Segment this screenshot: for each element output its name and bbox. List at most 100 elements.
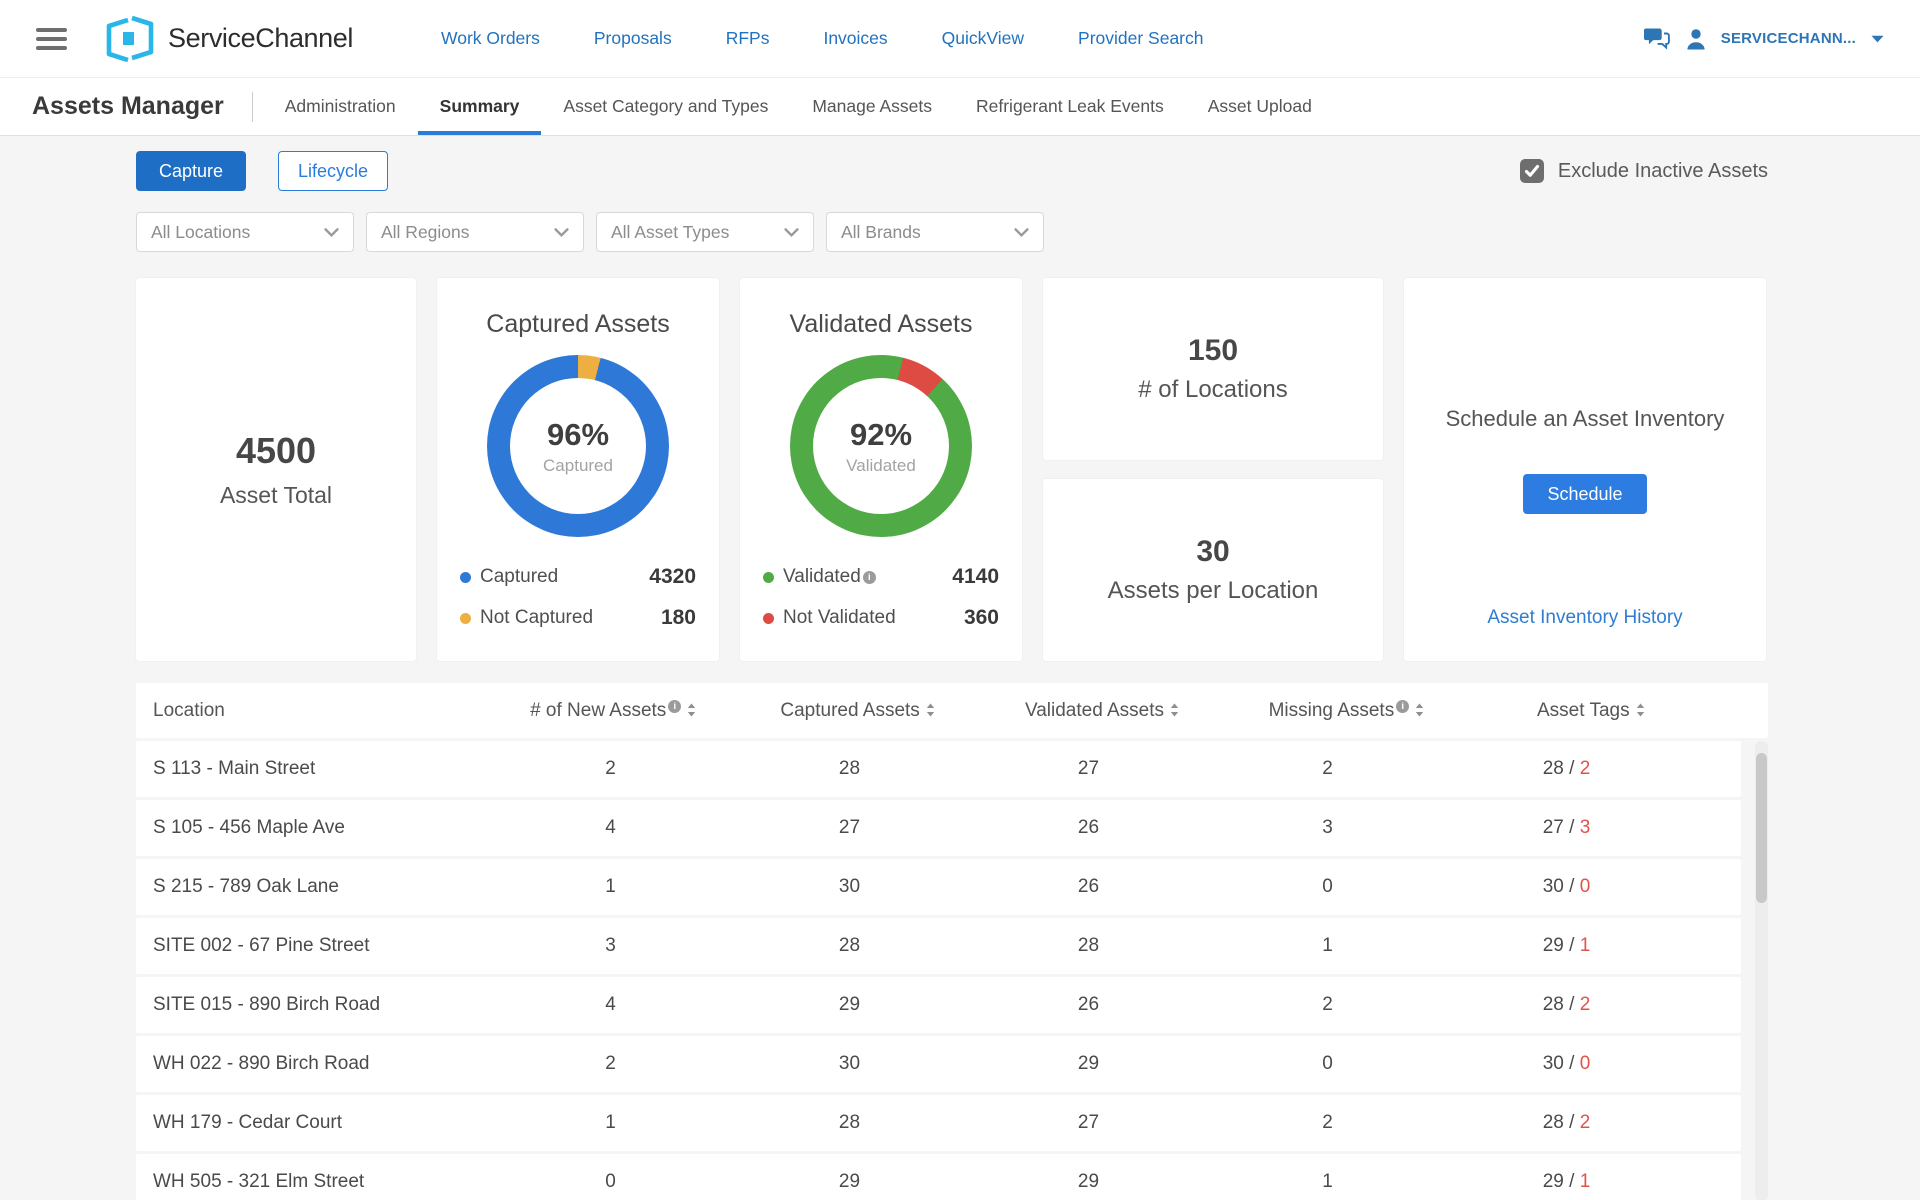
asset-tags-total: 28 /: [1543, 994, 1580, 1015]
chat-icon[interactable]: [1644, 27, 1671, 50]
legend-label: Not Captured: [480, 607, 593, 629]
sort-icon[interactable]: [1170, 703, 1179, 717]
table-row[interactable]: S 215 - 789 Oak Lane13026030 / 0: [136, 859, 1741, 915]
nav-link-provider-search[interactable]: Provider Search: [1078, 28, 1203, 49]
cell-captured-assets: 30: [730, 1053, 969, 1075]
cell-missing-assets: 2: [1208, 1112, 1447, 1134]
module-nav: Assets Manager AdministrationSummaryAsse…: [0, 78, 1920, 136]
cell-captured-assets: 29: [730, 994, 969, 1016]
column-header-label: Asset Tags: [1537, 700, 1630, 721]
legend-label: Validated: [783, 566, 861, 588]
table-row[interactable]: S 113 - Main Street22827228 / 2: [136, 741, 1741, 797]
cell-location: S 105 - 456 Maple Ave: [136, 817, 491, 839]
main-content: Capture Lifecycle Exclude Inactive Asset…: [136, 151, 1768, 1200]
cell-asset-tags: 27 / 3: [1447, 817, 1686, 839]
filter-label: All Brands: [841, 222, 921, 243]
sort-icon[interactable]: [687, 703, 696, 717]
info-icon[interactable]: i: [1396, 700, 1409, 713]
asset-tags-missing: 2: [1580, 994, 1591, 1015]
info-icon[interactable]: i: [863, 571, 876, 584]
chevron-down-icon: [554, 228, 569, 237]
column-header-missing-assets[interactable]: Missing Assetsi: [1224, 700, 1468, 722]
filters-row: All Locations All Regions All Asset Types A…: [136, 212, 1768, 252]
brand[interactable]: ServiceChannel: [103, 14, 353, 64]
scrollbar-track[interactable]: [1755, 741, 1768, 1200]
table-row[interactable]: SITE 002 - 67 Pine Street32828129 / 1: [136, 918, 1741, 974]
column-header-location: Location: [136, 700, 491, 722]
table-row[interactable]: WH 505 - 321 Elm Street02929129 / 1: [136, 1154, 1741, 1200]
column-header-of-new-assets[interactable]: # of New Assetsi: [491, 700, 735, 722]
cell-location: S 215 - 789 Oak Lane: [136, 876, 491, 898]
tab-manage-assets[interactable]: Manage Assets: [790, 78, 954, 135]
exclude-inactive-group[interactable]: Exclude Inactive Assets: [1520, 159, 1768, 183]
lifecycle-button[interactable]: Lifecycle: [278, 151, 388, 191]
filter-all-asset-types[interactable]: All Asset Types: [596, 212, 814, 252]
filter-all-brands[interactable]: All Brands: [826, 212, 1044, 252]
user-menu[interactable]: SERVICECHANN...: [1721, 30, 1856, 47]
sort-icon[interactable]: [926, 703, 935, 717]
cell-missing-assets: 1: [1208, 1171, 1447, 1193]
nav-link-invoices[interactable]: Invoices: [823, 28, 887, 49]
cell-captured-assets: 28: [730, 1112, 969, 1134]
schedule-card: Schedule an Asset Inventory Schedule Ass…: [1404, 278, 1766, 661]
user-icon[interactable]: [1686, 28, 1706, 50]
nav-link-work-orders[interactable]: Work Orders: [441, 28, 540, 49]
column-header-captured-assets[interactable]: Captured Assets: [735, 700, 979, 722]
cell-asset-tags: 30 / 0: [1447, 1053, 1686, 1075]
asset-inventory-history-link[interactable]: Asset Inventory History: [1404, 607, 1766, 629]
column-header-label: # of New Assets: [530, 700, 666, 721]
cell-captured-assets: 27: [730, 817, 969, 839]
column-header-asset-tags[interactable]: Asset Tags: [1469, 700, 1713, 722]
top-bar: ServiceChannel Work Orders Proposals RFPs I…: [0, 0, 1920, 78]
info-icon[interactable]: i: [668, 700, 681, 713]
exclude-inactive-label: Exclude Inactive Assets: [1558, 160, 1768, 183]
asset-total-card: 4500 Asset Total: [136, 278, 416, 661]
cell-validated-assets: 28: [969, 935, 1208, 957]
nav-link-rfps[interactable]: RFPs: [726, 28, 770, 49]
sort-icon[interactable]: [1415, 703, 1424, 717]
assets-per-location-value: 30: [1196, 535, 1229, 569]
exclude-inactive-checkbox[interactable]: [1520, 159, 1544, 183]
sort-icon[interactable]: [1636, 703, 1645, 717]
tab-administration[interactable]: Administration: [263, 78, 418, 135]
capture-button[interactable]: Capture: [136, 151, 246, 191]
cell-validated-assets: 26: [969, 994, 1208, 1016]
captured-legend: Captured4320Not Captured180: [460, 565, 696, 630]
filter-all-regions[interactable]: All Regions: [366, 212, 584, 252]
cell-captured-assets: 29: [730, 1171, 969, 1193]
cell-validated-assets: 26: [969, 817, 1208, 839]
locations-table: Location# of New AssetsiCaptured AssetsV…: [136, 683, 1768, 1200]
cell-location: SITE 002 - 67 Pine Street: [136, 935, 491, 957]
asset-tags-missing: 2: [1580, 1112, 1591, 1133]
table-row[interactable]: S 105 - 456 Maple Ave42726327 / 3: [136, 800, 1741, 856]
cell-captured-assets: 28: [730, 758, 969, 780]
cell-missing-assets: 1: [1208, 935, 1447, 957]
filter-all-locations[interactable]: All Locations: [136, 212, 354, 252]
cell-captured-assets: 28: [730, 935, 969, 957]
cell-new-assets: 0: [491, 1171, 730, 1193]
asset-tags-total: 27 /: [1543, 817, 1580, 838]
tab-asset-upload[interactable]: Asset Upload: [1186, 78, 1334, 135]
nav-link-proposals[interactable]: Proposals: [594, 28, 672, 49]
table-row[interactable]: SITE 015 - 890 Birch Road42926228 / 2: [136, 977, 1741, 1033]
assets-per-location-label: Assets per Location: [1108, 577, 1319, 605]
column-header-validated-assets[interactable]: Validated Assets: [980, 700, 1224, 722]
asset-tags-missing: 0: [1580, 1053, 1591, 1074]
schedule-title: Schedule an Asset Inventory: [1404, 406, 1766, 432]
menu-icon[interactable]: [36, 28, 67, 50]
nav-link-quickview[interactable]: QuickView: [942, 28, 1024, 49]
tab-refrigerant-leak-events[interactable]: Refrigerant Leak Events: [954, 78, 1186, 135]
tab-summary[interactable]: Summary: [418, 78, 542, 135]
chevron-down-icon: [324, 228, 339, 237]
legend-item-validated: Validatedi4140: [763, 565, 999, 589]
caret-down-icon[interactable]: [1871, 35, 1884, 43]
asset-total-label: Asset Total: [220, 482, 332, 509]
tab-asset-category-and-types[interactable]: Asset Category and Types: [541, 78, 790, 135]
scrollbar-thumb[interactable]: [1756, 753, 1767, 903]
schedule-button[interactable]: Schedule: [1523, 474, 1647, 514]
table-row[interactable]: WH 022 - 890 Birch Road23029030 / 0: [136, 1036, 1741, 1092]
cell-location: WH 179 - Cedar Court: [136, 1112, 491, 1134]
cell-asset-tags: 28 / 2: [1447, 758, 1686, 780]
table-row[interactable]: WH 179 - Cedar Court12827228 / 2: [136, 1095, 1741, 1151]
legend-value: 180: [661, 606, 696, 630]
